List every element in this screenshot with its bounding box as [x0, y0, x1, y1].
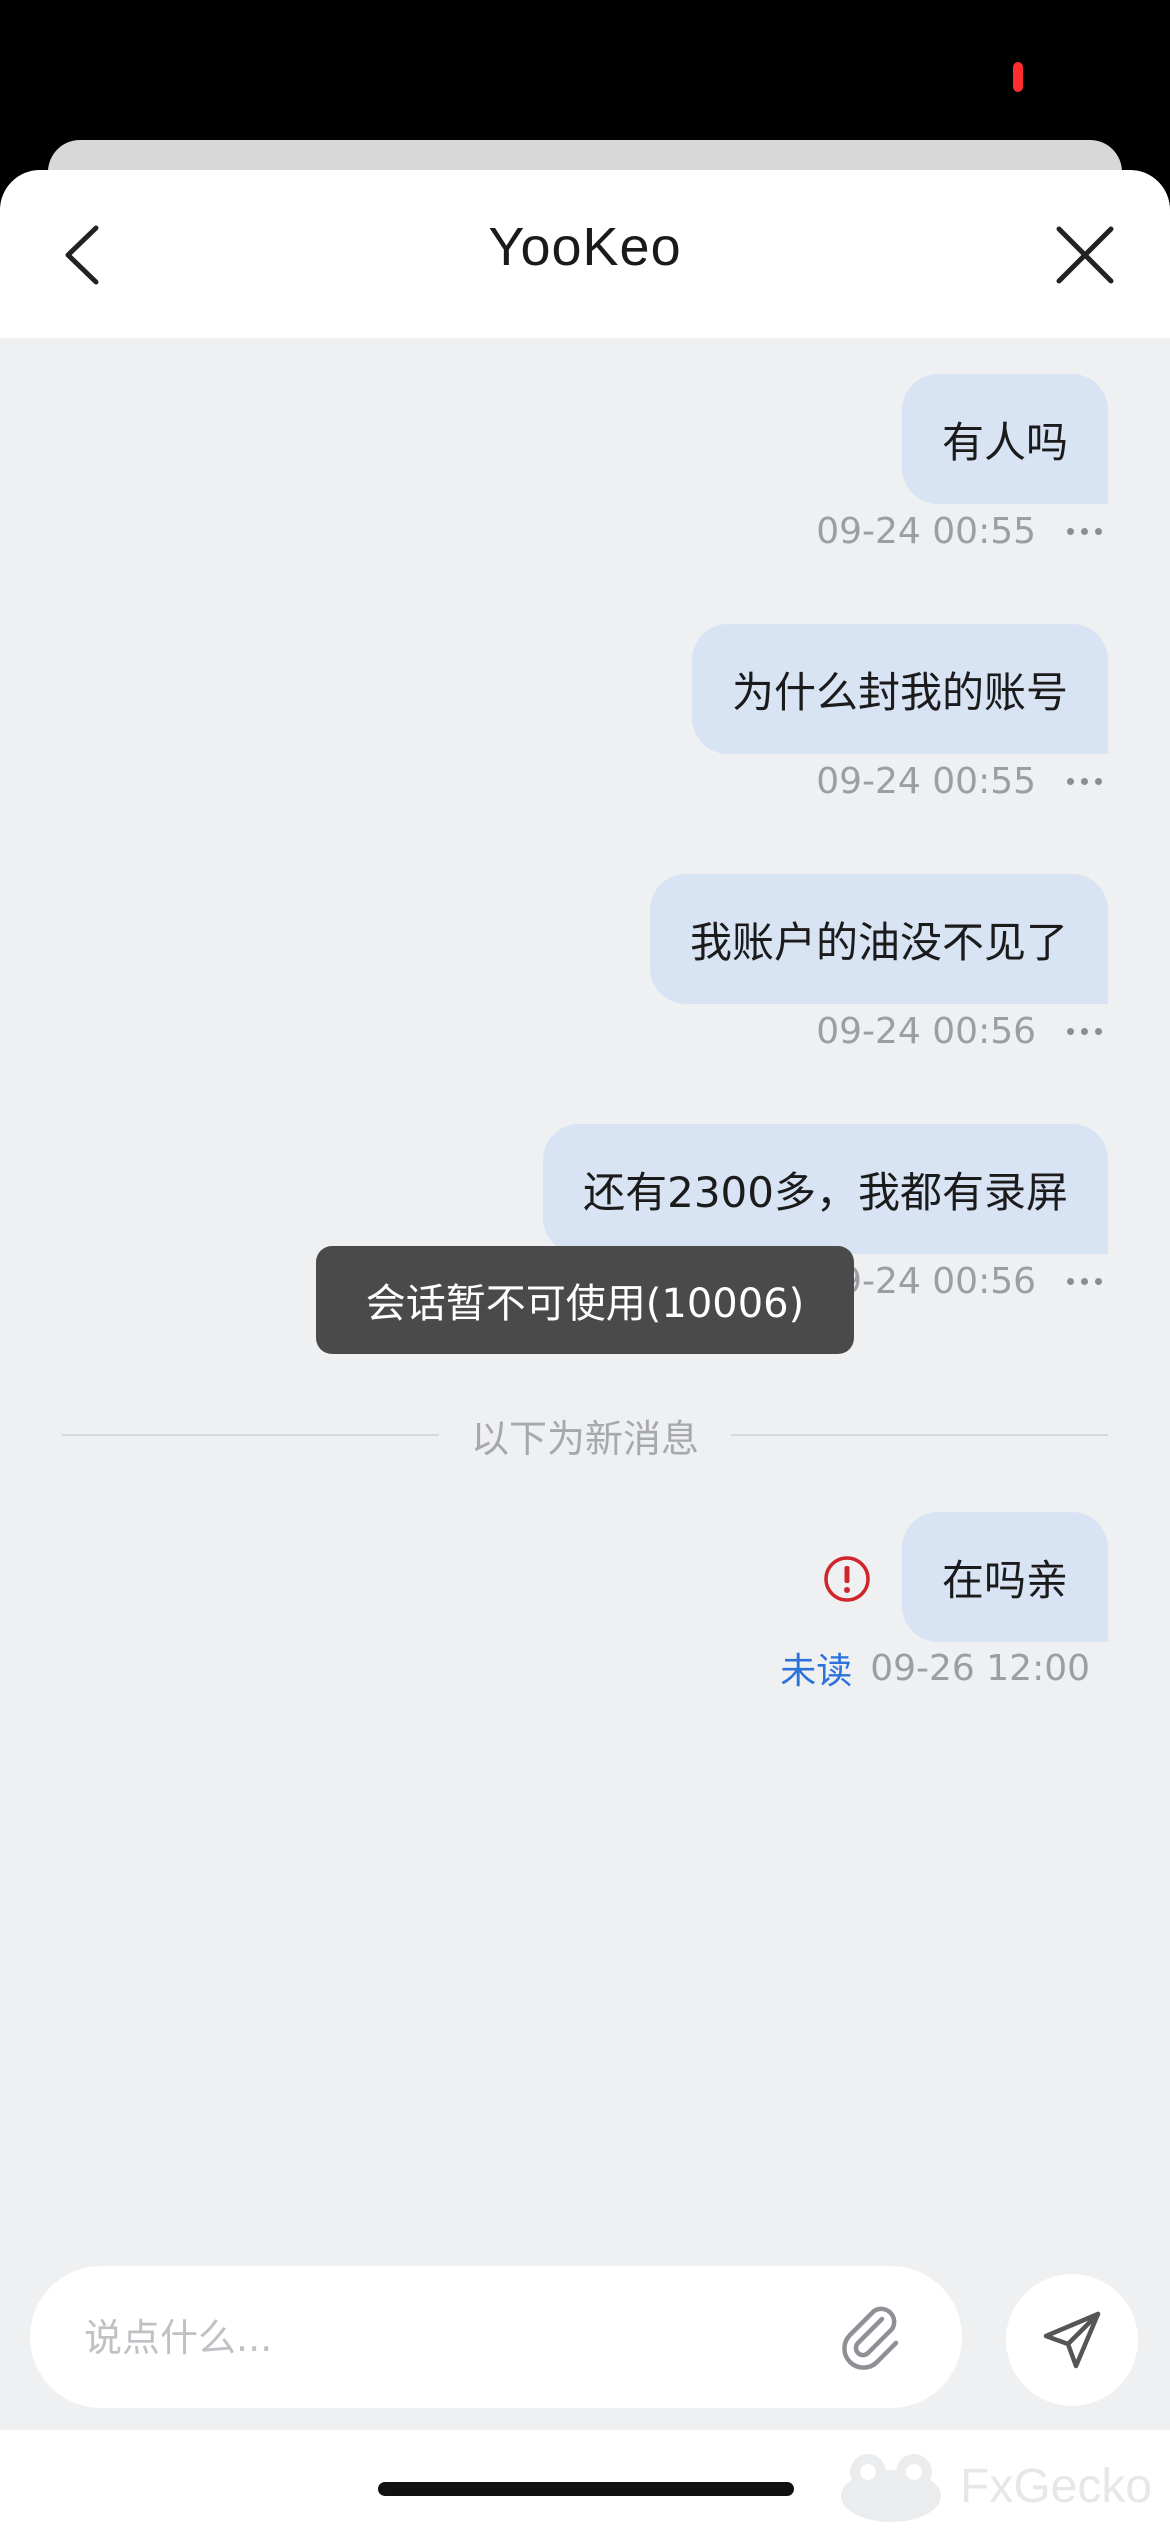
paperclip-icon[interactable]: [830, 2297, 910, 2377]
divider-line: [62, 1434, 439, 1436]
new-messages-divider: 以下为新消息: [62, 1410, 1109, 1461]
divider-line: [731, 1434, 1109, 1436]
message-bubble[interactable]: 在吗亲: [901, 1512, 1108, 1642]
divider-label: 以下为新消息: [471, 1416, 700, 1461]
message-time: 09-24 00:55: [816, 760, 1036, 802]
message-bubble[interactable]: 还有2300多，我都有录屏: [543, 1124, 1108, 1254]
message-meta: 09-24 00:55: [816, 757, 1108, 805]
message-time: 09-26 12:00: [870, 1647, 1090, 1689]
more-options-icon[interactable]: [1060, 527, 1108, 535]
more-options-icon[interactable]: [1060, 1277, 1108, 1285]
message-input[interactable]: [82, 2266, 826, 2410]
chat-sheet: YooKeo 有人吗 09-24 00:55 为什么封我的账号 09-24 00…: [0, 170, 1170, 2532]
send-icon: [1043, 2311, 1101, 2369]
gecko-logo-icon: [841, 2454, 941, 2522]
message-bubble[interactable]: 为什么封我的账号: [691, 624, 1108, 754]
unread-status: 未读: [780, 1651, 853, 1692]
close-icon: [1056, 226, 1114, 284]
message-bubble[interactable]: 我账户的油没不见了: [649, 874, 1108, 1004]
message-meta: 09-24 00:55: [816, 507, 1108, 555]
message-time: 09-24 00:55: [816, 510, 1036, 552]
recording-indicator: [1013, 62, 1023, 92]
message-time: 09-24 00:56: [816, 1010, 1036, 1052]
watermark-text: FxGecko: [960, 2459, 1153, 2513]
more-options-icon[interactable]: [1060, 1027, 1108, 1035]
message-meta: 未读 09-26 12:00: [780, 1644, 1090, 1693]
page-title: YooKeo: [488, 217, 682, 277]
chat-header: YooKeo: [0, 170, 1170, 338]
error-icon[interactable]: [822, 1554, 872, 1604]
more-options-icon[interactable]: [1060, 777, 1108, 785]
toast-message: 会话暂不可使用(10006): [316, 1246, 854, 1354]
message-bubble[interactable]: 有人吗: [901, 374, 1108, 504]
home-indicator[interactable]: [378, 2482, 794, 2496]
message-meta: 09-24 00:56: [816, 1257, 1108, 1305]
screen: YooKeo 有人吗 09-24 00:55 为什么封我的账号 09-24 00…: [0, 0, 1170, 2532]
send-button[interactable]: [1006, 2274, 1138, 2406]
message-composer: [30, 2266, 962, 2410]
watermark: FxGecko: [836, 2446, 1152, 2526]
close-button[interactable]: [1040, 210, 1130, 300]
message-meta: 09-24 00:56: [816, 1007, 1108, 1055]
